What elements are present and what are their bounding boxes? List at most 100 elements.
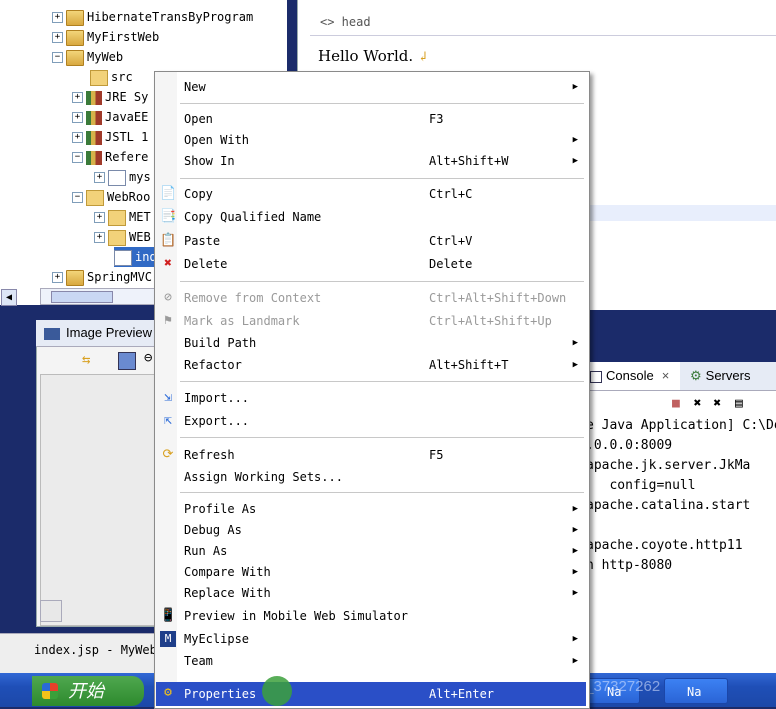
menu-item-refactor[interactable]: Refactor Alt+Shift+T ▶ — [156, 354, 586, 376]
menu-item-profile-as[interactable]: Profile As ▶ — [156, 498, 586, 520]
remove-all-icon[interactable]: ✖ — [713, 396, 721, 411]
menu-item-export[interactable]: ⇱ Export... — [156, 410, 586, 432]
tree-item-jre[interactable]: + JRE Sy — [72, 87, 148, 107]
menu-item-run-as[interactable]: Run As ▶ — [156, 540, 586, 562]
menu-item-label: Show In — [184, 154, 235, 168]
folder-icon — [108, 209, 126, 226]
tab-console[interactable]: Console × — [588, 362, 680, 390]
swap-icon[interactable]: ⇆ — [82, 352, 90, 368]
tree-item-label: JavaEE — [105, 110, 149, 124]
submenu-arrow-icon: ▶ — [572, 656, 578, 666]
tree-item-jstl[interactable]: + JSTL 1 — [72, 127, 148, 147]
editor-breadcrumb[interactable]: <> head — [310, 10, 776, 36]
menu-item-paste[interactable]: 📋 Paste Ctrl+V — [156, 230, 586, 252]
menu-item-label: Mark as Landmark — [184, 314, 300, 328]
terminate-icon[interactable]: ■ — [672, 396, 680, 411]
tree-item-myfirstweb[interactable]: + MyFirstWeb — [52, 27, 159, 47]
expand-icon[interactable]: + — [72, 132, 83, 143]
expand-icon[interactable]: + — [52, 32, 63, 43]
expand-icon[interactable]: + — [72, 112, 83, 123]
tree-item-web-inf[interactable]: + WEB — [94, 227, 151, 247]
menu-item-compare-with[interactable]: Compare With ▶ — [156, 561, 586, 583]
menu-item-import[interactable]: ⇲ Import... — [156, 387, 586, 409]
menu-item-shortcut: Alt+Shift+W — [429, 154, 509, 168]
expand-icon[interactable]: + — [94, 212, 105, 223]
expand-icon[interactable]: + — [72, 92, 83, 103]
import-icon: ⇲ — [164, 390, 172, 405]
refresh-icon: ⟳ — [162, 447, 174, 462]
myeclipse-icon: M — [160, 631, 176, 647]
menu-item-open-with[interactable]: Open With ▶ — [156, 129, 586, 151]
source-folder-icon — [90, 69, 108, 86]
menu-item-refresh[interactable]: ⟳ Refresh F5 — [156, 444, 586, 466]
expand-icon[interactable]: + — [94, 172, 105, 183]
project-icon — [66, 29, 84, 46]
tree-item-myweb[interactable]: − MyWeb — [52, 47, 123, 67]
menu-item-new[interactable]: New ▶ — [156, 76, 586, 98]
menu-item-team[interactable]: Team ▶ — [156, 650, 586, 672]
scrollbar-thumb[interactable] — [51, 291, 113, 303]
paste-icon: 📋 — [160, 233, 177, 248]
menu-item-label: Open With — [184, 133, 250, 147]
menu-item-show-in[interactable]: Show In Alt+Shift+W ▶ — [156, 150, 586, 172]
clear-console-icon[interactable]: ▤ — [735, 396, 743, 411]
menu-item-properties[interactable]: ⚙ Properties Alt+Enter — [156, 682, 586, 706]
windows-logo-icon — [42, 683, 58, 699]
project-icon — [66, 269, 84, 286]
expand-icon[interactable]: + — [52, 272, 63, 283]
menu-item-build-path[interactable]: Build Path ▶ — [156, 332, 586, 354]
tree-item-label: HibernateTransByProgram — [87, 10, 254, 24]
expand-icon[interactable]: + — [52, 12, 63, 23]
image-tool-icon[interactable] — [118, 352, 136, 370]
tree-item-referenced[interactable]: − Refere — [72, 147, 148, 167]
tree-item-meta-inf[interactable]: + MET — [94, 207, 151, 227]
menu-item-delete[interactable]: ✖ Delete Delete — [156, 253, 586, 275]
collapse-icon[interactable]: − — [72, 152, 83, 163]
menu-item-replace-with[interactable]: Replace With ▶ — [156, 582, 586, 604]
project-icon — [66, 49, 84, 66]
tree-item-label: src — [111, 70, 133, 84]
menu-item-copy-qualified-name[interactable]: 📑 Copy Qualified Name — [156, 206, 586, 228]
tree-item-javaee[interactable]: + JavaEE — [72, 107, 148, 127]
console-line: .0.0.0:8009 — [586, 438, 673, 453]
return-icon: ↲ — [417, 50, 429, 65]
library-icon — [86, 150, 102, 165]
tree-item-src[interactable]: src — [90, 67, 133, 87]
menu-item-copy[interactable]: 📄 Copy Ctrl+C — [156, 183, 586, 205]
menu-item-debug-as[interactable]: Debug As ▶ — [156, 519, 586, 541]
tab-console-label: Console — [606, 368, 654, 383]
menu-item-remove-from-context[interactable]: ⊘ Remove from Context Ctrl+Alt+Shift+Down — [156, 287, 586, 309]
scroll-left-icon[interactable]: ◀ — [1, 289, 17, 306]
start-button[interactable]: 开始 — [32, 676, 144, 706]
menu-item-mark-as-landmark[interactable]: ⚑ Mark as Landmark Ctrl+Alt+Shift+Up — [156, 310, 586, 332]
tree-item-webroot[interactable]: − WebRoo — [72, 187, 150, 207]
collapse-icon[interactable]: − — [72, 192, 83, 203]
scroll-corner[interactable] — [40, 600, 62, 622]
tree-item-hibernate-trans[interactable]: + HibernateTransByProgram — [52, 7, 253, 27]
status-text: index.jsp - MyWeb/ — [34, 643, 160, 657]
menu-item-label: Preview in Mobile Web Simulator — [184, 609, 408, 623]
remove-launch-icon[interactable]: ✖ — [694, 396, 702, 411]
menu-item-label: Debug As — [184, 523, 242, 537]
collapse-icon[interactable]: − — [52, 52, 63, 63]
tree-item-label: JRE Sy — [105, 90, 149, 104]
copy-icon: 📄 — [160, 186, 177, 201]
taskbar-button-2[interactable]: Na — [664, 678, 728, 704]
tree-item-mysql-jar[interactable]: + mys — [94, 167, 151, 187]
zoom-icon[interactable]: ⊖ — [144, 350, 152, 366]
tree-item-springmvc[interactable]: + SpringMVC — [52, 267, 152, 287]
tab-servers[interactable]: ⚙ Servers — [690, 362, 750, 390]
menu-item-assign-working-sets[interactable]: Assign Working Sets... — [156, 466, 586, 488]
console-tab-bar: Console × ⚙ Servers — [588, 362, 776, 391]
submenu-arrow-icon: ▶ — [572, 360, 578, 370]
console-line: n http-8080 — [586, 558, 673, 573]
menu-item-myeclipse[interactable]: M MyEclipse ▶ — [156, 628, 586, 650]
submenu-arrow-icon: ▶ — [572, 504, 578, 514]
expand-icon[interactable]: + — [94, 232, 105, 243]
close-icon[interactable]: × — [662, 368, 670, 383]
menu-item-open[interactable]: Open F3 — [156, 108, 586, 130]
menu-item-preview-mobile[interactable]: 📱 Preview in Mobile Web Simulator — [156, 605, 586, 627]
image-preview-title: Image Preview — [66, 325, 152, 340]
folder-icon — [86, 189, 104, 206]
delete-icon: ✖ — [164, 256, 172, 271]
